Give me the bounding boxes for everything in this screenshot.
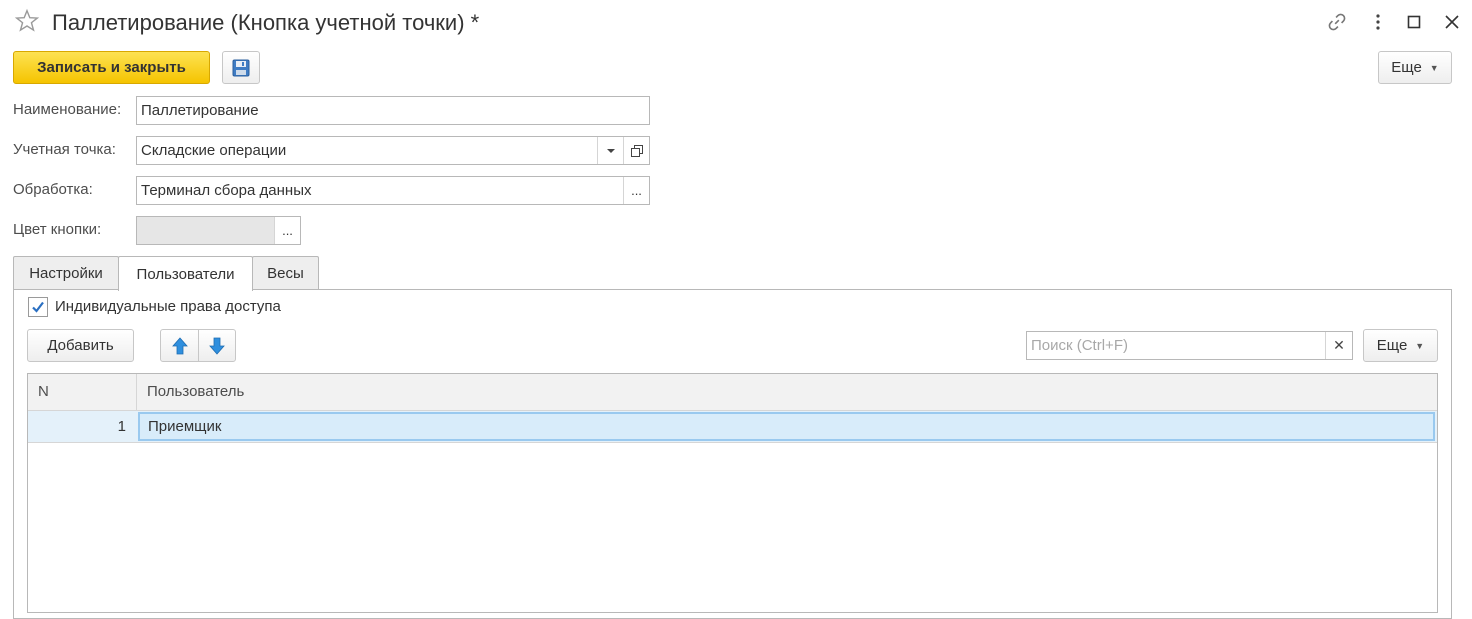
open-button[interactable]: [623, 137, 649, 164]
row-number: 1: [117, 418, 126, 435]
tab-users[interactable]: Пользователи: [118, 256, 253, 291]
processing-select-button[interactable]: ...: [623, 177, 649, 204]
processing-label: Обработка:: [13, 181, 93, 198]
accounting-point-field[interactable]: Складские операции: [136, 136, 650, 165]
move-down-button[interactable]: [198, 329, 236, 362]
button-color-select-button[interactable]: ...: [274, 217, 300, 244]
column-header-n[interactable]: N: [28, 374, 137, 411]
dropdown-arrow-icon: ▼: [1415, 340, 1425, 351]
more-vertical-icon[interactable]: [1366, 10, 1390, 34]
button-color-label: Цвет кнопки:: [13, 221, 102, 238]
chevron-down-icon: [606, 148, 615, 153]
processing-value: Терминал сбора данных: [141, 182, 312, 199]
column-header-user[interactable]: Пользователь: [138, 374, 253, 411]
more-actions-label: Еще: [1391, 59, 1422, 76]
search-input[interactable]: Поиск (Ctrl+F): [1027, 337, 1325, 354]
arrow-down-icon: [209, 337, 225, 355]
name-label: Наименование:: [13, 101, 122, 118]
row-user[interactable]: Приемщик: [138, 412, 1435, 441]
close-icon[interactable]: [1440, 10, 1464, 34]
dropdown-button[interactable]: [597, 137, 623, 164]
button-color-field[interactable]: ...: [136, 216, 301, 245]
individual-access-checkbox[interactable]: [28, 297, 48, 317]
individual-access-label: Индивидуальные права доступа: [55, 298, 281, 315]
accounting-point-label: Учетная точка:: [13, 141, 116, 158]
accounting-point-value: Складские операции: [141, 142, 287, 159]
dropdown-arrow-icon: ▼: [1429, 62, 1439, 73]
page-title: Паллетирование (Кнопка учетной точки) *: [52, 10, 480, 35]
checkmark-icon: [32, 301, 44, 313]
open-window-icon: [630, 144, 643, 157]
search-field[interactable]: Поиск (Ctrl+F) ✕: [1026, 331, 1353, 360]
tab-scales[interactable]: Весы: [252, 256, 319, 290]
link-icon[interactable]: [1325, 10, 1349, 34]
tab-settings[interactable]: Настройки: [13, 256, 119, 290]
save-button[interactable]: [222, 51, 260, 84]
more-actions-button[interactable]: Еще ▼: [1378, 51, 1452, 84]
arrow-up-icon: [171, 336, 188, 354]
floppy-disk-icon: [232, 59, 250, 76]
name-value: Паллетирование: [141, 102, 259, 119]
table-row[interactable]: 1 Приемщик: [28, 411, 1437, 443]
users-more-button[interactable]: Еще ▼: [1363, 329, 1438, 362]
users-more-label: Еще: [1376, 337, 1408, 354]
table-header: N Пользователь: [28, 374, 1437, 411]
add-button[interactable]: Добавить: [27, 329, 134, 362]
users-table[interactable]: N Пользователь 1 Приемщик: [27, 373, 1438, 613]
favorite-star-icon[interactable]: [14, 8, 40, 34]
clear-search-icon[interactable]: ✕: [1325, 332, 1352, 359]
name-field[interactable]: Паллетирование: [136, 96, 650, 125]
save-and-close-button[interactable]: Записать и закрыть: [13, 51, 210, 84]
move-up-button[interactable]: [160, 329, 199, 362]
maximize-icon[interactable]: [1402, 10, 1426, 34]
processing-field[interactable]: Терминал сбора данных ...: [136, 176, 650, 205]
